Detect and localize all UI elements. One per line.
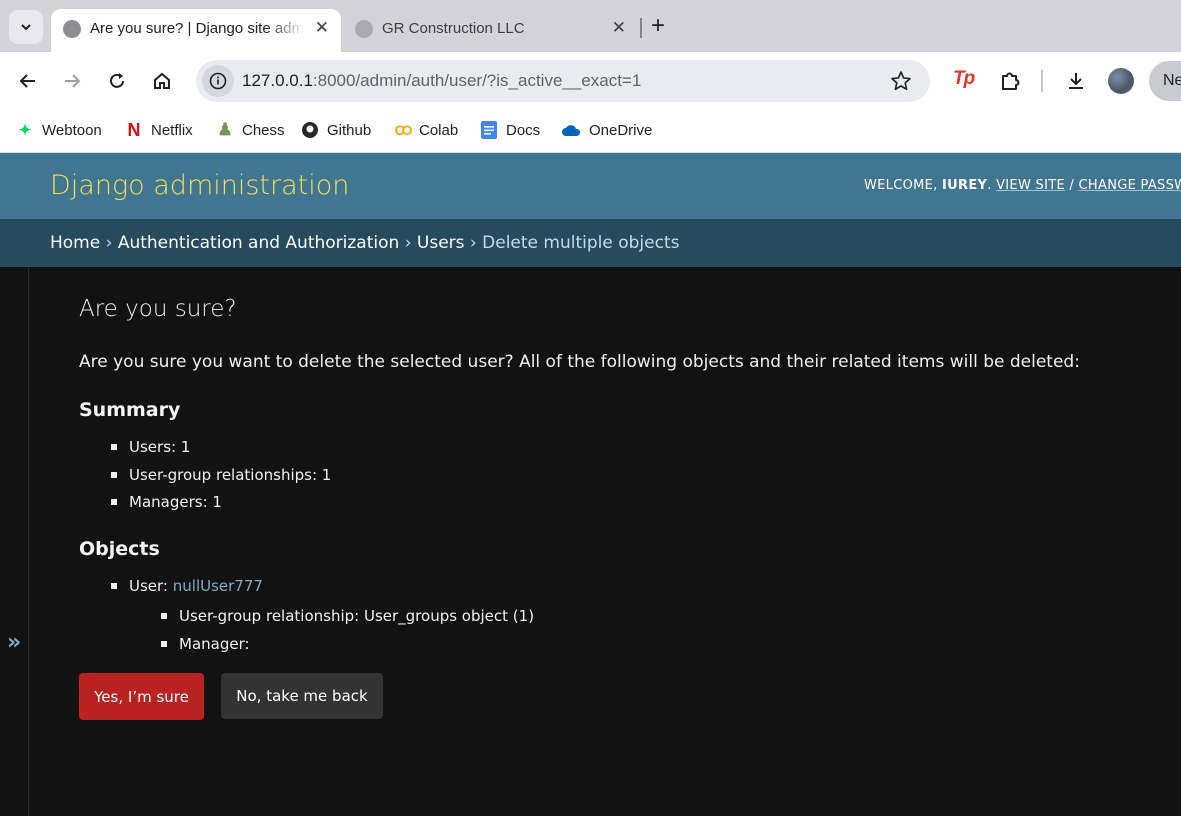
confirmation-message: Are you sure you want to delete the sele…: [79, 352, 1080, 372]
bookmark-colab[interactable]: CO Colab: [393, 118, 459, 142]
welcome-text: WELCOME,: [864, 178, 938, 193]
user-tools-separator: /: [1069, 178, 1075, 193]
globe-icon: [63, 20, 81, 38]
tab-active[interactable]: Are you sure? | Django site admin ✕: [51, 9, 341, 52]
bookmark-webtoon[interactable]: ✦ Webtoon: [16, 118, 102, 142]
downloads-button[interactable]: [1064, 69, 1088, 93]
url-host: 127.0.0.1: [242, 71, 313, 90]
bookmark-chess[interactable]: ♟ Chess: [216, 118, 285, 142]
docs-icon: [480, 121, 498, 139]
bookmark-label: OneDrive: [589, 121, 653, 139]
tab-inactive[interactable]: GR Construction LLC ✕: [343, 9, 638, 52]
bookmark-label: Docs: [506, 121, 541, 139]
reload-button[interactable]: [105, 69, 129, 93]
related-objects-list: User-group relationship: User_groups obj…: [160, 606, 534, 662]
star-icon: [891, 71, 911, 91]
home-button[interactable]: [150, 69, 174, 93]
cancel-button[interactable]: No, take me back: [221, 673, 383, 719]
breadcrumb: Home › Authentication and Authorization …: [0, 219, 1181, 267]
bookmark-github[interactable]: Github: [301, 118, 371, 142]
summary-item: Managers: 1: [110, 492, 331, 520]
object-prefix: User:: [129, 577, 168, 595]
extension-tp-icon[interactable]: Tp: [953, 68, 975, 90]
url-text[interactable]: 127.0.0.1:8000/admin/auth/user/?is_activ…: [242, 71, 641, 91]
breadcrumb-current: Delete multiple objects: [482, 233, 680, 253]
breadcrumb-home[interactable]: Home: [50, 233, 100, 253]
site-info-button[interactable]: [202, 65, 234, 97]
arrow-left-icon: [19, 74, 35, 88]
tab-search-button[interactable]: [9, 10, 43, 44]
onedrive-icon: [561, 121, 581, 139]
bookmarks-bar: ✦ Webtoon N Netflix ♟ Chess Github CO Colab …: [0, 110, 1181, 153]
arrow-right-icon: [65, 74, 81, 88]
object-user-link[interactable]: nullUser777: [173, 577, 263, 595]
tab-title: GR Construction LLC: [382, 20, 525, 37]
breadcrumb-separator: ›: [105, 233, 113, 253]
tab-title: Are you sure? | Django site admin: [90, 20, 305, 37]
site-branding[interactable]: Django administration: [50, 170, 349, 201]
summary-item: User-group relationships: 1: [110, 465, 331, 493]
forward-button[interactable]: [60, 69, 84, 93]
close-tab-icon[interactable]: ✕: [315, 18, 329, 38]
username: IUREY: [942, 178, 988, 193]
change-password-link[interactable]: CHANGE PASSWORD: [1079, 178, 1181, 193]
bookmark-docs[interactable]: Docs: [480, 118, 540, 142]
object-item: User: nullUser777: [111, 576, 263, 604]
user-tools: WELCOME, IUREY. VIEW SITE / CHANGE PASSW…: [864, 178, 1181, 193]
close-tab-icon[interactable]: ✕: [612, 18, 626, 38]
summary-item: Users: 1: [110, 437, 331, 465]
info-icon: [209, 72, 227, 90]
globe-icon: [355, 20, 373, 38]
address-bar[interactable]: 127.0.0.1:8000/admin/auth/user/?is_activ…: [196, 60, 930, 102]
bookmark-label: Netflix: [151, 121, 193, 139]
nav-sidebar-rail: »: [0, 267, 29, 816]
breadcrumb-separator: ›: [469, 233, 477, 253]
home-icon: [154, 72, 170, 89]
profile-chip[interactable]: Ne: [1149, 61, 1181, 101]
objects-heading: Objects: [79, 538, 160, 560]
admin-header: Django administration WELCOME, IUREY. VI…: [0, 153, 1181, 219]
download-icon: [1069, 73, 1083, 89]
browser-tabstrip: Are you sure? | Django site admin ✕ GR C…: [0, 0, 1181, 52]
chess-icon: ♟: [217, 120, 233, 139]
bookmark-label: Chess: [242, 121, 285, 139]
extensions-button[interactable]: [998, 69, 1022, 93]
bookmark-label: Webtoon: [42, 121, 102, 139]
toggle-nav-sidebar-button[interactable]: »: [7, 630, 21, 655]
bookmark-label: Github: [327, 121, 372, 139]
objects-list: User: nullUser777: [111, 576, 263, 604]
bookmark-label: Colab: [419, 121, 459, 139]
reload-icon: [110, 73, 124, 88]
netflix-icon: N: [127, 119, 141, 140]
tab-divider: [640, 18, 642, 38]
summary-heading: Summary: [79, 399, 181, 421]
profile-chip-label: Ne: [1163, 72, 1181, 89]
related-object-item: Manager:: [160, 634, 534, 662]
view-site-link[interactable]: VIEW SITE: [996, 178, 1065, 193]
related-object-item: User-group relationship: User_groups obj…: [160, 606, 534, 634]
browser-toolbar: 127.0.0.1:8000/admin/auth/user/?is_activ…: [0, 52, 1181, 110]
page-title: Are you sure?: [79, 296, 237, 322]
confirm-delete-button[interactable]: Yes, I’m sure: [79, 673, 204, 720]
puzzle-icon: [1002, 72, 1020, 90]
back-button[interactable]: [16, 69, 40, 93]
breadcrumb-users[interactable]: Users: [417, 233, 465, 253]
bookmark-star-button[interactable]: [890, 70, 912, 96]
github-icon: [301, 121, 319, 139]
bookmark-netflix[interactable]: N Netflix: [125, 118, 193, 142]
url-path: :8000/admin/auth/user/?is_active__exact=…: [312, 71, 642, 90]
webtoon-icon: ✦: [18, 122, 32, 139]
colab-icon: CO: [394, 122, 413, 138]
toolbar-separator: [1041, 70, 1043, 92]
new-tab-button[interactable]: +: [651, 12, 665, 40]
breadcrumb-auth[interactable]: Authentication and Authorization: [118, 233, 399, 253]
bookmark-onedrive[interactable]: OneDrive: [561, 118, 652, 142]
breadcrumb-separator: ›: [404, 233, 412, 253]
summary-list: Users: 1 User-group relationships: 1 Man…: [110, 437, 331, 520]
chevron-down-icon: [21, 24, 31, 31]
profile-avatar[interactable]: [1108, 68, 1134, 94]
